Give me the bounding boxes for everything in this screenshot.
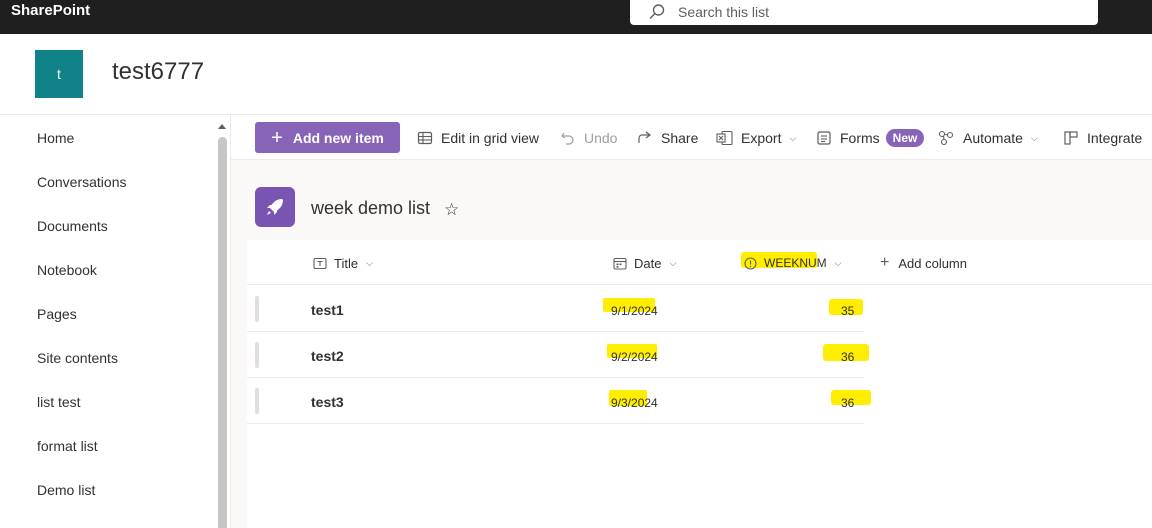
suite-bar: SharePoint Search this list [0, 0, 1152, 34]
row-selector[interactable] [255, 388, 259, 414]
app-brand[interactable]: SharePoint [11, 2, 90, 20]
chevron-down-icon: ⌵ [669, 257, 677, 268]
new-badge: New [885, 129, 925, 147]
chevron-down-icon: ⌵ [1030, 132, 1038, 143]
info-icon [744, 256, 757, 270]
plus-icon: + [271, 126, 283, 149]
share-label: Share [661, 130, 699, 146]
integrate-button[interactable]: Integrate [1063, 123, 1142, 153]
undo-button[interactable]: Undo [560, 123, 617, 153]
column-header-title[interactable]: Title ⌵ [313, 254, 373, 272]
left-nav: Home Conversations Documents Notebook Pa… [0, 115, 231, 528]
table-row[interactable]: test3 9/3/2024 36 [247, 378, 871, 424]
table-row[interactable]: test2 9/2/2024 36 [247, 332, 869, 378]
search-box[interactable]: Search this list [630, 0, 1098, 25]
undo-label: Undo [584, 130, 618, 146]
calendar-icon [613, 257, 627, 270]
row-selector[interactable] [255, 342, 259, 368]
cell-date: 9/1/2024 [611, 304, 658, 318]
site-header: t test6777 [0, 34, 1152, 115]
add-column-button[interactable]: + Add column [880, 254, 967, 272]
list-content-area: week demo list ☆ Title ⌵ Date ⌵ WEEKNUM … [231, 160, 1152, 528]
list-icon [255, 187, 295, 227]
scroll-up-arrow-icon[interactable] [218, 124, 226, 129]
list-title: week demo list [311, 198, 431, 218]
chevron-down-icon: ⌵ [834, 257, 842, 268]
cell-title[interactable]: test2 [311, 348, 344, 364]
nav-scrollbar[interactable] [216, 121, 228, 528]
column-weeknum-label: WEEKNUM [764, 256, 827, 270]
automate-label: Automate [963, 130, 1023, 146]
cell-weeknum: 36 [841, 350, 855, 364]
row-selector[interactable] [255, 296, 259, 322]
nav-item-site-contents[interactable]: Site contents [37, 350, 118, 366]
cell-weeknum: 36 [841, 396, 855, 410]
nav-item-format-list[interactable]: format list [37, 438, 98, 454]
undo-icon [561, 132, 574, 145]
cell-date: 9/2/2024 [611, 350, 658, 364]
search-placeholder: Search this list [678, 4, 770, 20]
automate-button[interactable]: Automate ⌵ [938, 123, 1038, 153]
favorite-star-icon[interactable]: ☆ [444, 200, 459, 220]
nav-item-list-test[interactable]: list test [37, 394, 81, 410]
site-logo-letter: t [57, 66, 61, 82]
chevron-down-icon: ⌵ [789, 132, 797, 143]
nav-item-home[interactable]: Home [37, 130, 74, 146]
add-new-item-button[interactable]: + Add new item [255, 122, 400, 153]
forms-icon [817, 131, 831, 145]
nav-item-demo-list[interactable]: Demo list [37, 482, 95, 498]
rocket-icon [267, 199, 283, 215]
nav-item-conversations[interactable]: Conversations [37, 174, 127, 190]
nav-item-notebook[interactable]: Notebook [37, 262, 97, 278]
integrate-icon [1064, 131, 1078, 145]
table-row[interactable]: test1 9/1/2024 35 [247, 286, 864, 332]
forms-button[interactable]: Forms New [816, 123, 925, 153]
command-bar: + Add new item Edit in grid view Undo Sh… [231, 115, 1152, 160]
nav-item-documents[interactable]: Documents [37, 218, 108, 234]
list-grid: Title ⌵ Date ⌵ WEEKNUM ⌵ + Add column te… [247, 240, 1152, 528]
column-date-label: Date [634, 255, 662, 271]
header-divider [247, 284, 1152, 285]
column-header-weeknum[interactable]: WEEKNUM ⌵ [744, 254, 842, 272]
automate-icon [938, 130, 954, 146]
site-title[interactable]: test6777 [112, 58, 204, 86]
cell-weeknum: 35 [841, 304, 855, 318]
plus-icon: + [880, 254, 890, 271]
nav-item-pages[interactable]: Pages [37, 306, 77, 322]
grid-icon [417, 131, 433, 145]
integrate-label: Integrate [1087, 130, 1143, 146]
add-new-item-label: Add new item [292, 129, 384, 146]
column-title-label: Title [334, 255, 359, 271]
text-column-icon [313, 257, 327, 269]
cell-date: 9/3/2024 [611, 396, 658, 410]
export-button[interactable]: Export ⌵ [716, 123, 796, 153]
chevron-down-icon: ⌵ [366, 257, 373, 268]
edit-grid-label: Edit in grid view [441, 130, 540, 146]
excel-icon [716, 130, 733, 146]
column-header-date[interactable]: Date ⌵ [613, 254, 676, 272]
cell-title[interactable]: test3 [311, 394, 344, 410]
export-label: Export [741, 130, 782, 146]
site-logo[interactable]: t [35, 50, 83, 98]
add-column-label: Add column [898, 255, 967, 271]
share-icon [638, 131, 651, 143]
forms-label: Forms [840, 130, 880, 146]
edit-grid-button[interactable]: Edit in grid view [417, 123, 539, 153]
cell-title[interactable]: test1 [311, 302, 344, 318]
share-button[interactable]: Share [637, 123, 698, 153]
scrollbar-thumb[interactable] [218, 137, 227, 528]
search-icon [649, 4, 665, 19]
